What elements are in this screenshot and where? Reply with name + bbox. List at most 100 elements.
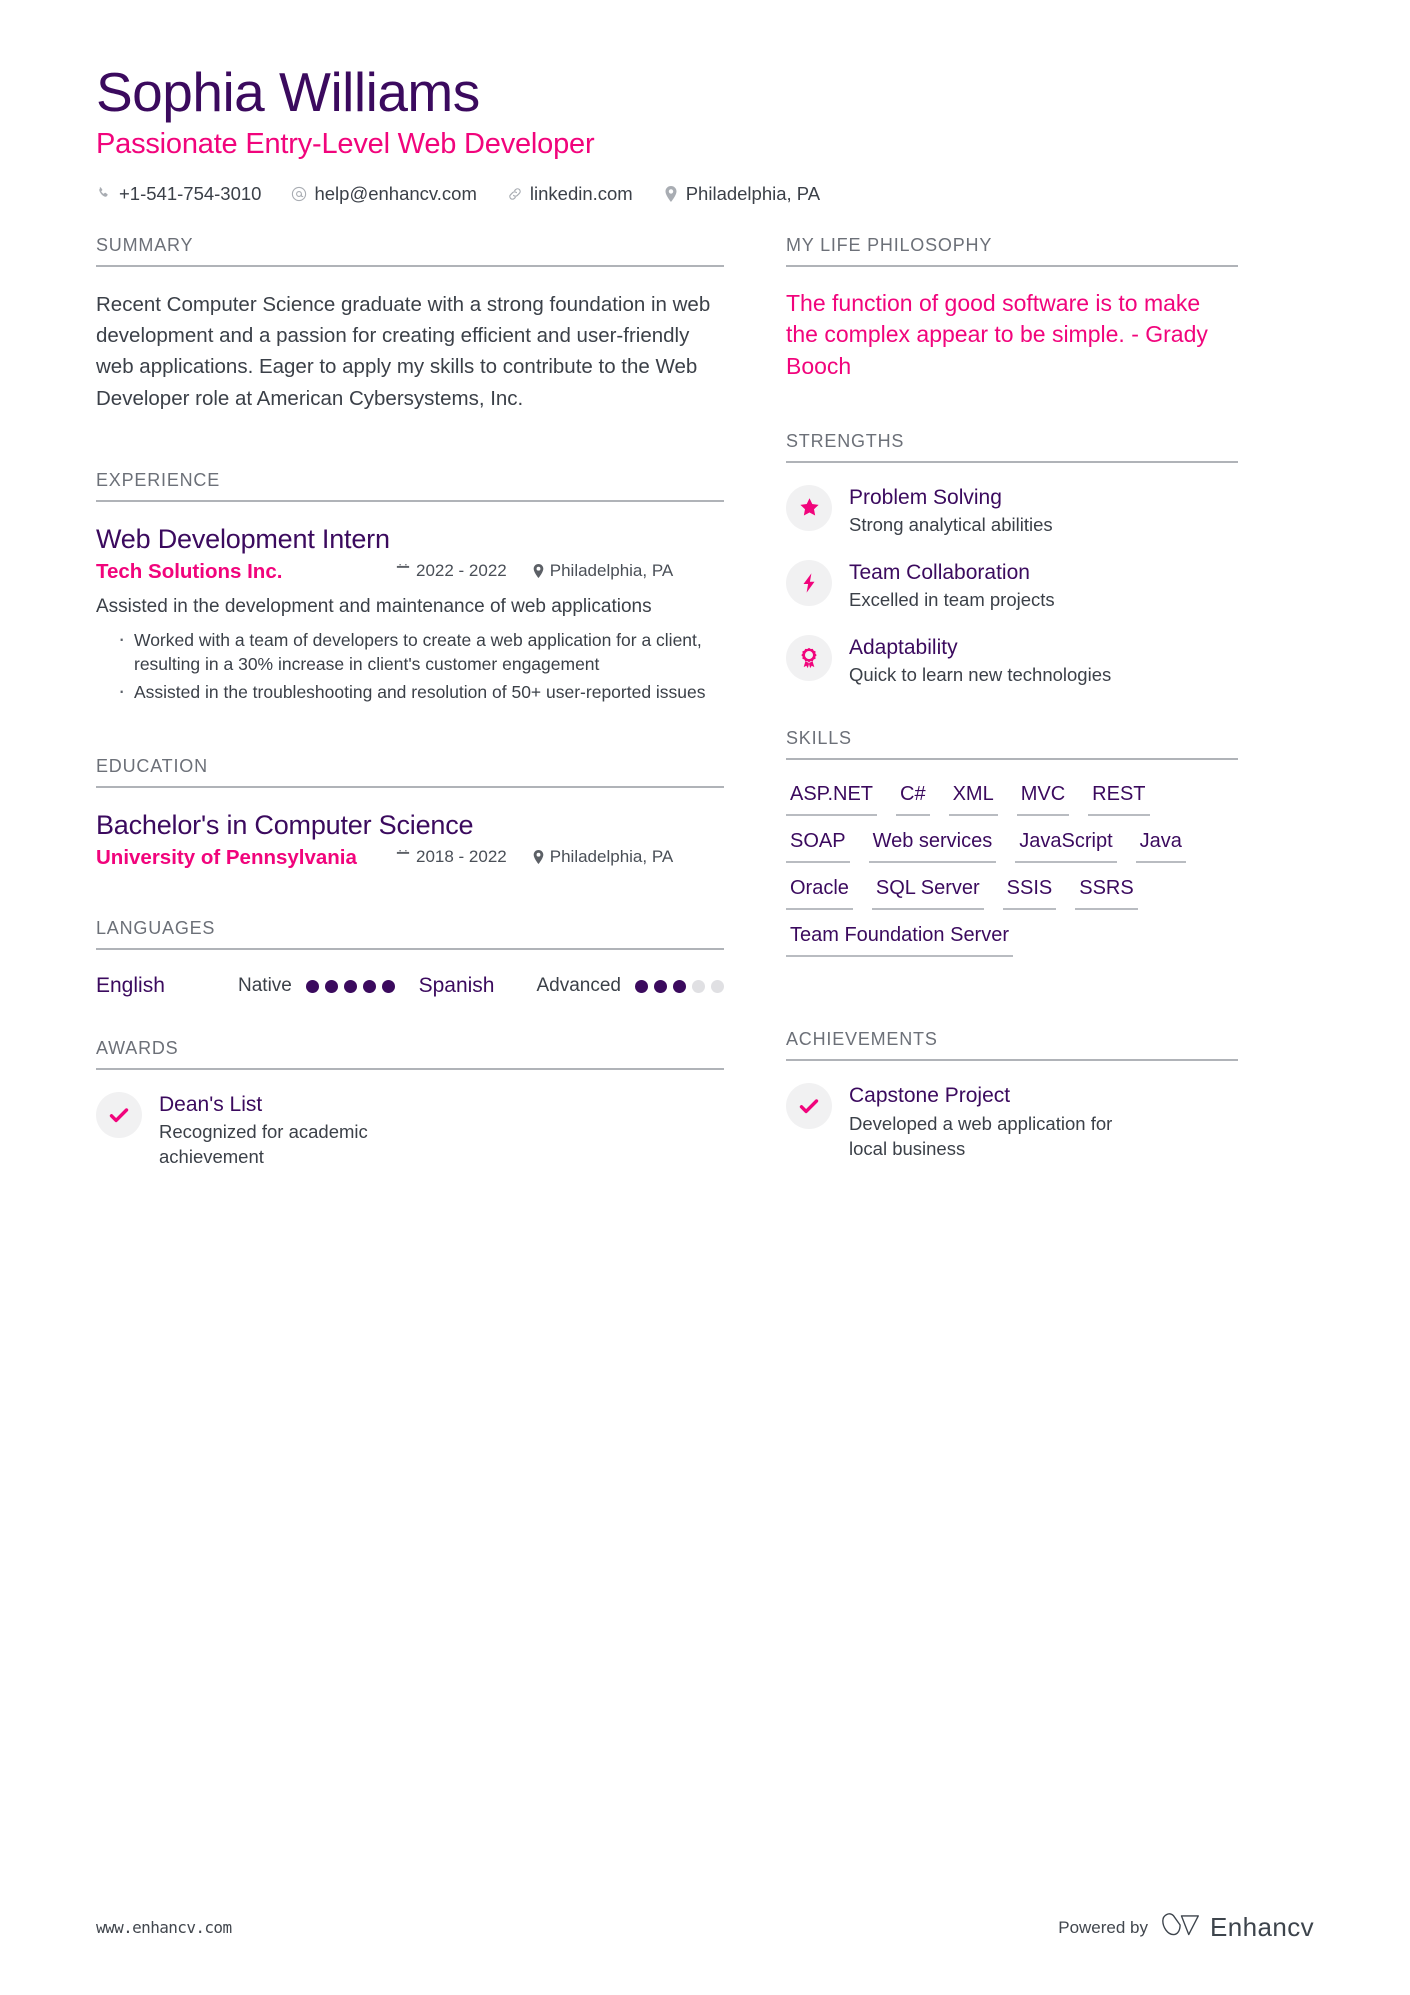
contact-link-text: linkedin.com	[529, 182, 633, 204]
skill-chip[interactable]: JavaScript	[1015, 829, 1117, 864]
strength-description: Quick to learn new technologies	[849, 664, 1112, 686]
experience-description: Assisted in the development and maintena…	[96, 596, 652, 618]
contact-location: Philadelphia, PA	[663, 183, 820, 205]
section-languages: LANGUAGES English Native Spanish Advance…	[96, 918, 724, 998]
section-summary: SUMMARY Recent Computer Science graduate…	[96, 235, 724, 414]
skill-chip[interactable]: Team Foundation Server	[786, 923, 1014, 958]
contact-phone-text: +1-541-754-3010	[119, 182, 262, 204]
achievement-description: Developed a web application for local bu…	[849, 1112, 1113, 1159]
section-philosophy: MY LIFE PHILOSOPHY The function of good …	[786, 235, 1238, 383]
language-name: English	[96, 974, 165, 998]
skill-chip[interactable]: ASP.NET	[786, 782, 877, 817]
section-title-summary: SUMMARY	[96, 235, 724, 267]
language-level: Native	[238, 975, 292, 997]
contact-location-text: Philadelphia, PA	[685, 182, 821, 204]
powered-by-label: Powered by	[1058, 1917, 1149, 1937]
enhancv-brand: Enhancv	[1161, 1912, 1314, 1943]
rating-dot-empty	[711, 979, 724, 993]
language-level: Advanced	[536, 975, 621, 997]
job-title: Passionate Entry-Level Web Developer	[96, 127, 595, 160]
check-icon	[96, 1092, 142, 1139]
education-location: Philadelphia, PA	[533, 847, 674, 867]
strength-item: Problem Solving Strong analytical abilit…	[786, 483, 1238, 538]
achievement-body: Capstone Project Developed a web applica…	[849, 1081, 1149, 1161]
experience-dates: 2022 - 2022	[396, 561, 507, 581]
contact-phone[interactable]: +1-541-754-3010	[96, 183, 261, 205]
section-title-strengths: STRENGTHS	[786, 431, 1238, 463]
skill-chip[interactable]: C#	[896, 782, 930, 817]
education-location-text: Philadelphia, PA	[549, 847, 674, 867]
rating-dot-filled	[343, 979, 357, 993]
resume-body: SUMMARY Recent Computer Science graduate…	[0, 235, 1410, 1171]
skill-chip[interactable]: SOAP	[786, 829, 850, 864]
education-degree: Bachelor's in Computer Science	[96, 810, 474, 841]
section-title-languages: LANGUAGES	[96, 918, 724, 951]
skill-chip[interactable]: XML	[948, 782, 998, 817]
section-awards: AWARDS Dean's List Recognized for academ…	[96, 1038, 724, 1170]
skill-chip[interactable]: SSIS	[1002, 876, 1057, 911]
experience-dates-text: 2022 - 2022	[416, 561, 507, 581]
footer-url[interactable]: www.enhancv.com	[96, 1918, 232, 1937]
experience-meta: Tech Solutions Inc. 2022 - 2022 Philadel…	[96, 560, 724, 584]
education-meta: University of Pennsylvania 2018 - 2022 P…	[96, 846, 724, 870]
experience-company: Tech Solutions Inc.	[96, 560, 283, 584]
education-entry: Bachelor's in Computer Science Universit…	[96, 810, 724, 870]
experience-entry: Web Development Intern Tech Solutions In…	[96, 524, 724, 705]
summary-text: Recent Computer Science graduate with a …	[96, 292, 711, 410]
section-education: EDUCATION Bachelor's in Computer Science…	[96, 756, 724, 870]
rating-dot-filled	[324, 979, 338, 993]
rating-dot-filled	[635, 979, 648, 993]
strength-name: Team Collaboration	[849, 561, 1030, 585]
star-icon	[786, 484, 832, 531]
education-dates-text: 2018 - 2022	[416, 847, 507, 867]
section-title-skills: SKILLS	[786, 728, 1238, 761]
skill-chip[interactable]: Java	[1135, 829, 1186, 864]
rating-dot-filled	[654, 979, 667, 993]
section-skills: SKILLS ASP.NET C# XML MVC REST SOAP Web …	[786, 728, 1238, 958]
experience-bullets: Worked with a team of developers to crea…	[96, 626, 724, 706]
resume-footer: www.enhancv.com Powered by Enhancv	[0, 1912, 1410, 1943]
enhancv-logo-icon	[1161, 1912, 1201, 1943]
strength-description: Excelled in team projects	[849, 589, 1055, 611]
full-name: Sophia Williams	[96, 61, 480, 123]
right-column: MY LIFE PHILOSOPHY The function of good …	[786, 235, 1238, 1162]
skill-chip[interactable]: Oracle	[786, 876, 853, 911]
education-dates: 2018 - 2022	[396, 847, 507, 867]
rating-dot-empty	[692, 979, 705, 993]
skill-chip[interactable]: REST	[1088, 782, 1150, 817]
rating-dot-filled	[381, 979, 395, 993]
strength-body: Problem Solving Strong analytical abilit…	[849, 483, 1053, 538]
check-icon	[786, 1083, 832, 1130]
rating-dot-filled	[305, 979, 319, 993]
skill-chip[interactable]: Web services	[868, 829, 997, 864]
bolt-icon	[786, 560, 832, 607]
section-experience: EXPERIENCE Web Development Intern Tech S…	[96, 470, 724, 705]
skill-chip[interactable]: MVC	[1016, 782, 1070, 817]
award-description: Recognized for academic achievement	[159, 1121, 368, 1168]
language-rating-dots	[305, 979, 395, 993]
section-strengths: STRENGTHS Problem Solving Strong analyti…	[786, 431, 1238, 689]
skill-chip[interactable]: SQL Server	[871, 876, 984, 911]
skills-list: ASP.NET C# XML MVC REST SOAP Web service…	[786, 782, 1186, 958]
strength-body: Adaptability Quick to learn new technolo…	[849, 633, 1111, 688]
section-title-achievements: ACHIEVEMENTS	[786, 1029, 1238, 1062]
philosophy-quote: The function of good software is to make…	[786, 289, 1208, 380]
location-icon	[533, 564, 544, 579]
experience-bullet: Worked with a team of developers to crea…	[118, 626, 724, 678]
skill-chip[interactable]: SSRS	[1075, 876, 1138, 911]
strength-body: Team Collaboration Excelled in team proj…	[849, 558, 1055, 613]
calendar-icon	[396, 564, 410, 579]
link-icon	[507, 185, 523, 203]
phone-icon	[96, 185, 112, 203]
contact-link[interactable]: linkedin.com	[507, 183, 633, 205]
section-achievements: ACHIEVEMENTS Capstone Project Developed …	[786, 1029, 1238, 1161]
strength-name: Adaptability	[849, 636, 958, 660]
location-icon	[663, 185, 679, 203]
contact-email[interactable]: help@enhancv.com	[291, 183, 477, 205]
section-title-awards: AWARDS	[96, 1038, 724, 1071]
strength-description: Strong analytical abilities	[849, 514, 1053, 536]
language-item-english: English Native	[96, 974, 395, 998]
